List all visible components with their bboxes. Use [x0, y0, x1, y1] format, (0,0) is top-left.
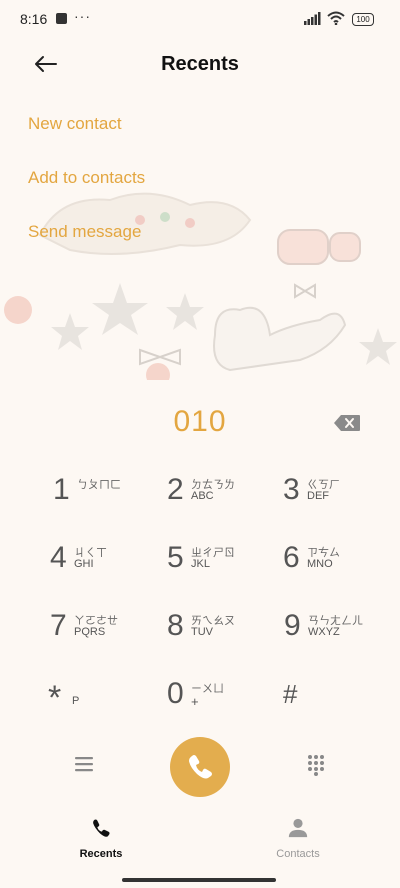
key-hash[interactable]: #	[283, 679, 393, 731]
key-4[interactable]: 4 ㄐㄑㄒ GHI	[50, 541, 160, 593]
tab-contacts-label: Contacts	[276, 848, 320, 860]
key-star[interactable]: * P	[48, 679, 158, 731]
phone-icon	[93, 819, 110, 837]
page-title: Recents	[161, 53, 239, 75]
key-8[interactable]: 8 ㄞㄟㄠㄡ TUV	[167, 609, 277, 661]
key-5[interactable]: 5 ㄓㄔㄕㄖ JKL	[167, 541, 277, 593]
key-2[interactable]: 2 ㄉㄊㄋㄌ ABC	[167, 473, 277, 525]
top-bar: Recents	[0, 40, 400, 90]
send-message-link[interactable]: Send message	[28, 222, 141, 242]
more-notifications-icon: ···	[74, 8, 91, 24]
person-icon	[288, 818, 308, 838]
status-bar: 8:16 ··· 100	[0, 0, 400, 40]
status-time: 8:16	[20, 11, 48, 27]
tab-recents-label: Recents	[79, 848, 123, 860]
backspace-icon[interactable]	[333, 414, 361, 432]
key-3[interactable]: 3 ㄍㄎㄏ DEF	[283, 473, 393, 525]
call-button[interactable]	[170, 737, 230, 797]
home-indicator[interactable]	[122, 878, 276, 882]
new-contact-link[interactable]: New contact	[28, 114, 122, 134]
key-1[interactable]: 1 ㄅㄆㄇㄈ	[53, 473, 163, 525]
menu-icon[interactable]	[74, 755, 94, 773]
notification-icon	[56, 13, 67, 24]
wifi-icon	[327, 11, 345, 25]
key-9[interactable]: 9 ㄢㄣㄤㄥㄦ WXYZ	[284, 609, 394, 661]
tab-recents[interactable]: Recents	[51, 817, 151, 860]
key-7[interactable]: 7 ㄚㄛㄜㄝ PQRS	[50, 609, 160, 661]
battery-icon: 100	[352, 13, 374, 26]
key-0[interactable]: 0 ㄧㄨㄩ +	[167, 677, 277, 729]
dialpad-toggle-icon[interactable]	[307, 754, 325, 776]
add-to-contacts-link[interactable]: Add to contacts	[28, 168, 145, 188]
signal-icon	[304, 12, 321, 25]
phone-icon	[189, 755, 212, 779]
wallpaper-illustration	[4, 192, 397, 387]
key-6[interactable]: 6 ㄗㄘㄙ MNO	[283, 541, 393, 593]
tab-contacts[interactable]: Contacts	[248, 817, 348, 860]
